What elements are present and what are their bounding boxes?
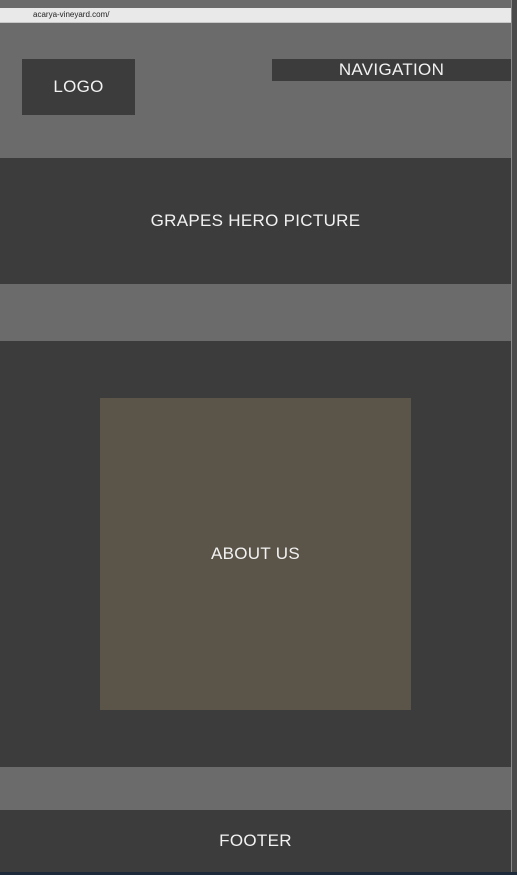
hero-picture-placeholder: GRAPES HERO PICTURE [0,158,511,284]
logo-placeholder[interactable]: LOGO [22,59,135,115]
hero-label: GRAPES HERO PICTURE [150,211,361,230]
url-text: acarya-vineyard.com/ [33,10,110,19]
about-us-placeholder: ABOUT US [100,398,411,710]
section-spacer [0,284,511,341]
address-bar[interactable]: acarya-vineyard.com/ [0,8,511,23]
window-edge [511,0,517,875]
top-strip [0,0,511,8]
navigation-label: NAVIGATION [338,60,445,79]
navigation-placeholder[interactable]: NAVIGATION [272,59,511,81]
page: acarya-vineyard.com/ LOGO NAVIGATION GRA… [0,0,517,875]
section-spacer [0,767,511,810]
footer: FOOTER [0,810,511,872]
about-section: ABOUT US [0,341,511,767]
about-us-label: ABOUT US [211,544,300,563]
footer-label: FOOTER [219,831,292,850]
header: LOGO NAVIGATION [0,23,511,158]
logo-label: LOGO [53,77,104,96]
